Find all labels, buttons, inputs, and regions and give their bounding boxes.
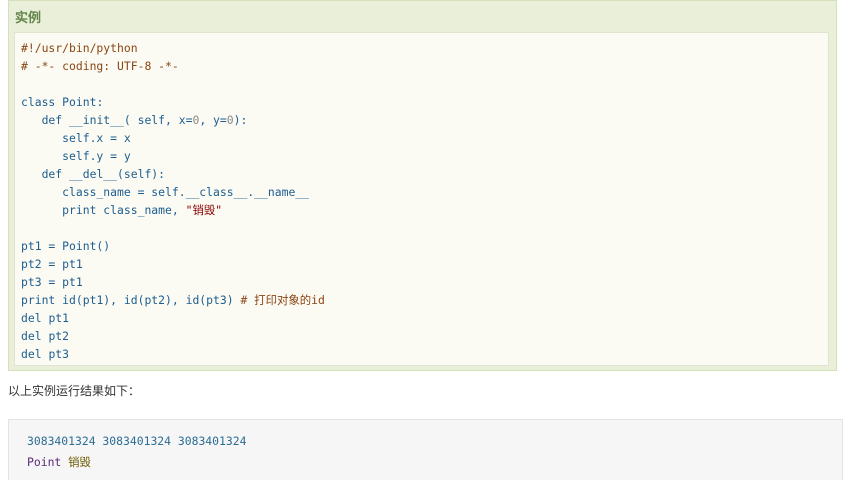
output-line-prefix: Point: [27, 455, 69, 469]
example-title: 实例: [15, 11, 42, 26]
code-line: def __del__(self):: [21, 165, 325, 183]
code-line: del pt3: [21, 345, 325, 363]
code-line: del pt2: [21, 327, 325, 345]
code-token: class_name,: [103, 203, 186, 217]
code-line: pt1 = Point(): [21, 237, 325, 255]
code-line: print id(pt1), id(pt2), id(pt3) # 打印对象的i…: [21, 291, 325, 309]
code-token: __del__(self):: [69, 167, 166, 181]
output-block: 3083401324 3083401324 3083401324 Point 销毁: [27, 431, 246, 473]
output-box: 3083401324 3083401324 3083401324 Point 销毁: [8, 419, 843, 480]
code-token: Point:: [62, 95, 104, 109]
code-token: def: [21, 113, 70, 127]
code-token: # 打印对象的id: [240, 293, 325, 307]
code-line: def __init__( self, x=0, y=0):: [21, 111, 325, 129]
code-token: __init__( self, x=: [69, 113, 193, 127]
example-box: 实例 #!/usr/bin/python # -*- coding: UTF-8 …: [8, 0, 837, 371]
code-line: class_name = self.__class__.__name__: [21, 183, 325, 201]
result-note: 以上实例运行结果如下：: [8, 384, 141, 398]
code-token: pt1: [48, 311, 70, 325]
code-token: def: [21, 167, 70, 181]
code-token: #!/usr/bin/python: [21, 41, 138, 55]
code-token: class_name = self.__class__.__name__: [21, 185, 310, 199]
code-token: pt1 = Point(): [21, 239, 111, 253]
code-line: class Point:: [21, 93, 325, 111]
code-token: del: [21, 311, 49, 325]
code-token: ):: [233, 113, 248, 127]
code-token: self.x = x: [21, 131, 131, 145]
code-line: self.x = x: [21, 129, 325, 147]
code-token: id(pt1), id(pt2), id(pt3): [62, 293, 241, 307]
output-line-text: 销毁: [68, 455, 91, 469]
code-line: print class_name, "销毁": [21, 201, 325, 219]
code-line: pt2 = pt1: [21, 255, 325, 273]
code-panel: #!/usr/bin/python # -*- coding: UTF-8 -*-…: [14, 32, 829, 366]
output-line: Point 销毁: [27, 452, 246, 473]
code-token: del: [21, 329, 49, 343]
code-line: del pt1: [21, 309, 325, 327]
code-token: print: [21, 293, 63, 307]
code-token: pt2 = pt1: [21, 257, 83, 271]
code-line: pt3 = pt1: [21, 273, 325, 291]
code-token: pt3: [48, 347, 70, 361]
code-line: self.y = y: [21, 147, 325, 165]
code-token: print: [21, 203, 104, 217]
code-token: self.y = y: [21, 149, 131, 163]
code-token: class: [21, 95, 63, 109]
code-token: # -*- coding: UTF-8 -*-: [21, 59, 179, 73]
code-token: pt2: [48, 329, 70, 343]
code-token: del: [21, 347, 49, 361]
code-token: , y=: [199, 113, 227, 127]
code-block: #!/usr/bin/python # -*- coding: UTF-8 -*-…: [21, 39, 325, 363]
code-line: # -*- coding: UTF-8 -*-: [21, 57, 325, 75]
code-line: #!/usr/bin/python: [21, 39, 325, 57]
code-token: 0: [226, 113, 234, 127]
code-token: pt3 = pt1: [21, 275, 83, 289]
code-token: "销毁": [185, 203, 223, 217]
output-line: 3083401324 3083401324 3083401324: [27, 434, 247, 448]
